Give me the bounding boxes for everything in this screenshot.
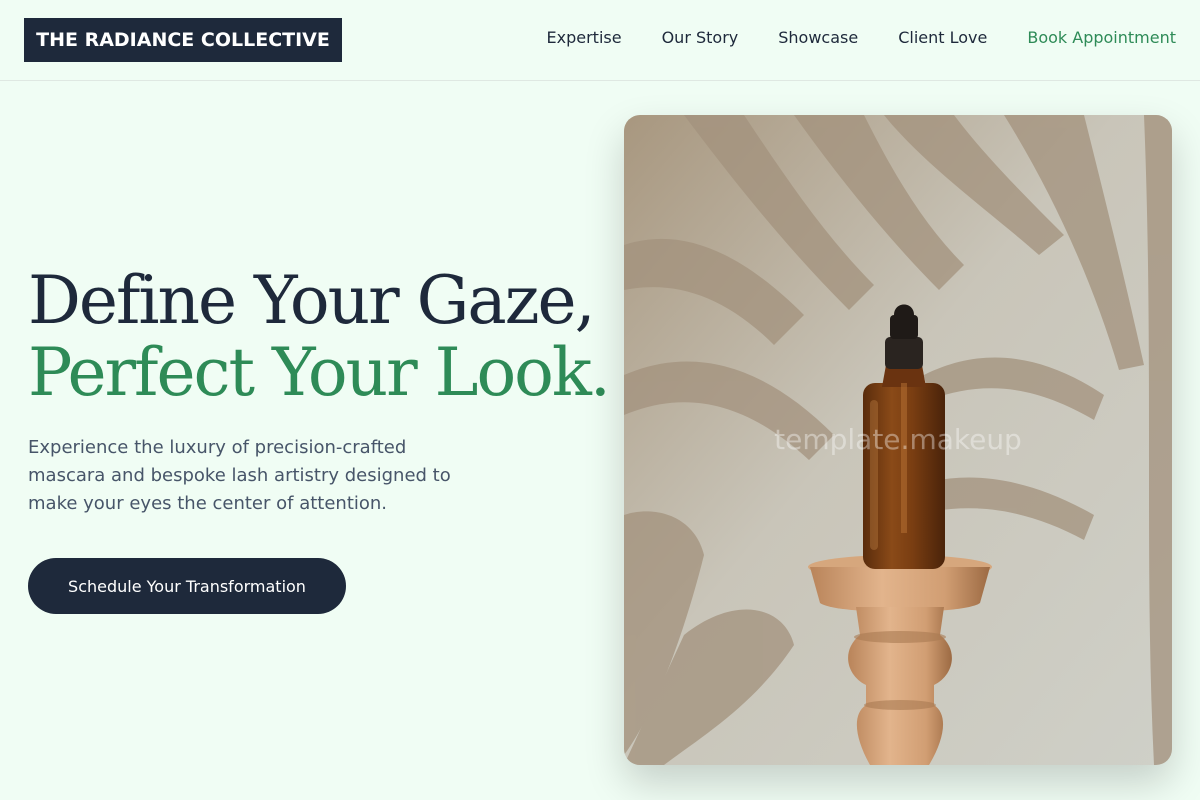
site-header: THE RADIANCE COLLECTIVE Expertise Our St… [0,0,1200,81]
schedule-transformation-button[interactable]: Schedule Your Transformation [28,558,346,614]
nav-link-showcase[interactable]: Showcase [778,28,858,47]
hero-headline-line2: Perfect Your Look. [28,334,611,411]
nav-link-our-story[interactable]: Our Story [662,28,739,47]
nav-link-book-appointment[interactable]: Book Appointment [1027,28,1176,47]
image-watermark: template.makeup [774,423,1022,456]
hero-description: Experience the luxury of precision-craft… [28,437,451,514]
nav-link-client-love[interactable]: Client Love [898,28,987,47]
hero-product-image: template.makeup [624,115,1172,765]
nav-link-expertise[interactable]: Expertise [547,28,622,47]
main-nav: Expertise Our Story Showcase Client Love… [547,28,1176,47]
hero-headline: Define Your Gaze, Perfect Your Look. [28,262,611,411]
hero-headline-line1: Define Your Gaze, [28,262,596,339]
brand-logo[interactable]: THE RADIANCE COLLECTIVE [24,18,342,62]
